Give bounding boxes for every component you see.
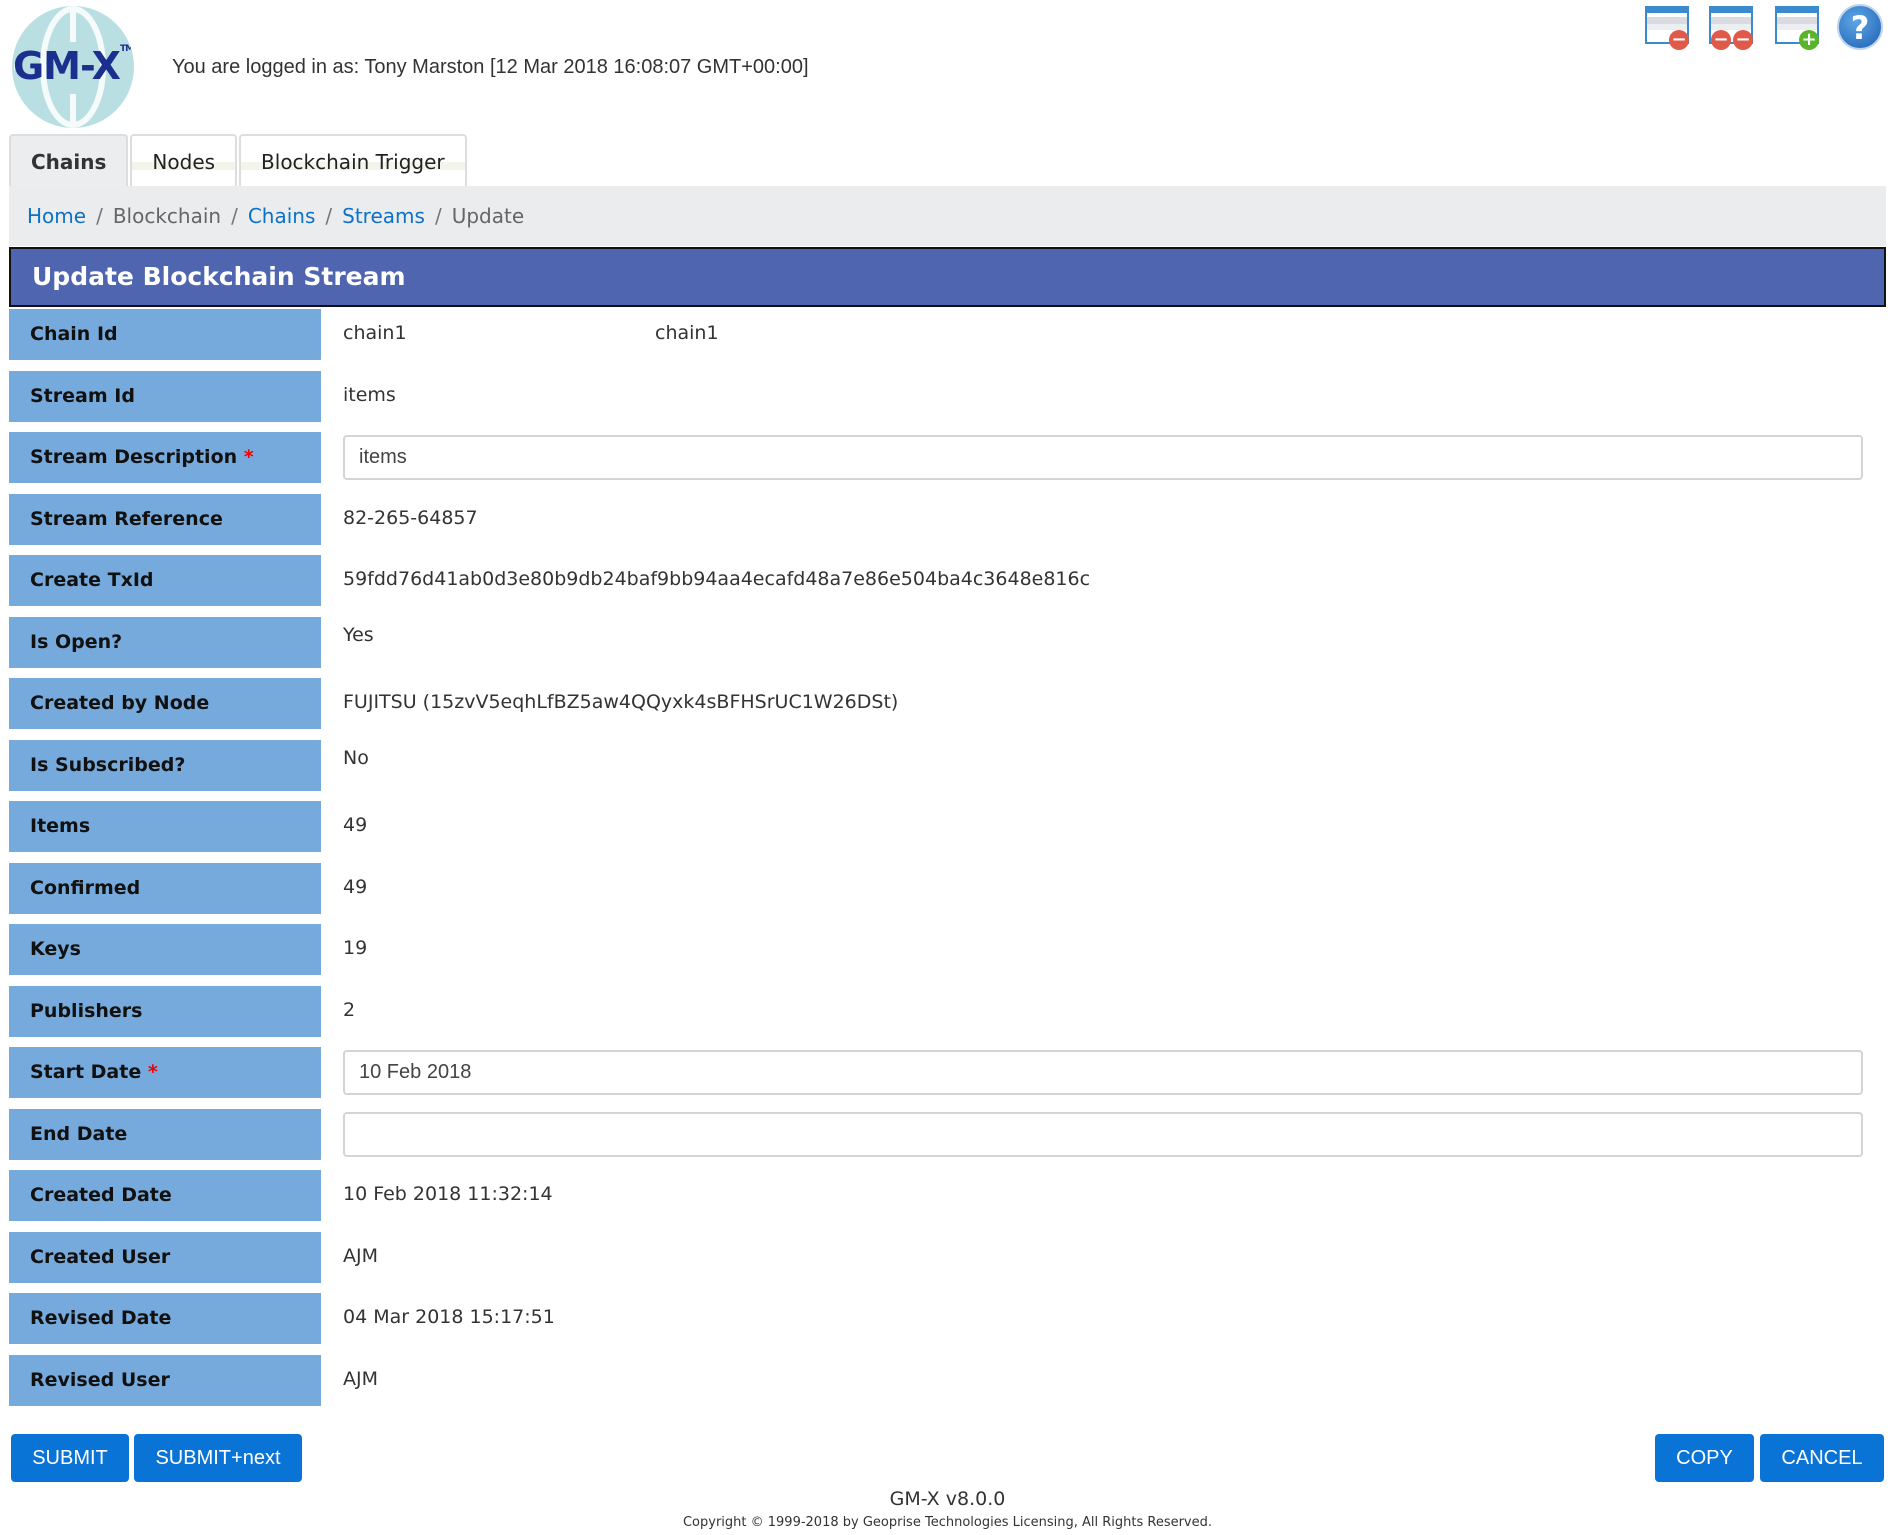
field-label: Stream Reference [9, 493, 321, 545]
items-value: 49 [343, 814, 368, 836]
breadcrumb-blockchain: Blockchain [112, 204, 222, 228]
field-label: Created by Node [9, 678, 321, 729]
field-label: Revised Date [9, 1293, 321, 1344]
logo-text: GM-X [12, 44, 121, 88]
field-created-date: Created Date 10 Feb 2018 11:32:14 [9, 1170, 1886, 1232]
chain-id-description: chain1 [655, 322, 719, 344]
field-label: Create TxId [9, 555, 321, 606]
field-chain-id: Chain Id chain1 chain1 [9, 309, 1886, 371]
end-date-input[interactable] [343, 1111, 1863, 1157]
field-created-user: Created User AJM [9, 1231, 1886, 1294]
field-label: Revised User [9, 1354, 321, 1406]
breadcrumb-separator: / [96, 204, 103, 228]
login-status: You are logged in as: Tony Marston [12 M… [172, 56, 809, 78]
tab-chains[interactable]: Chains [9, 134, 129, 188]
cancel-button[interactable]: CANCEL [1760, 1434, 1884, 1482]
form-rows: Chain Id chain1 chain1 Stream Id items S… [9, 309, 1886, 1416]
is-subscribed-value: No [343, 746, 369, 769]
field-create-txid: Create TxId 59fdd76d41ab0d3e80b9db24baf9… [9, 555, 1886, 617]
revised-date-value: 04 Mar 2018 15:17:51 [343, 1306, 555, 1328]
field-revised-date: Revised Date 04 Mar 2018 15:17:51 [9, 1293, 1886, 1355]
field-label: Chain Id [9, 309, 321, 360]
field-publishers: Publishers 2 [9, 985, 1886, 1048]
create-txid-value: 59fdd76d41ab0d3e80b9db24baf9bb94aa4ecafd… [343, 568, 1091, 590]
publishers-value: 2 [343, 998, 356, 1021]
field-label: Items [9, 801, 321, 852]
field-start-date: Start Date * 10 Feb 2018 [9, 1047, 1886, 1109]
field-end-date: End Date [9, 1108, 1886, 1171]
field-label: Keys [9, 924, 321, 975]
field-label: End Date [9, 1108, 321, 1160]
breadcrumb-chains[interactable]: Chains [248, 204, 316, 228]
tab-bar: Chains Nodes Blockchain Trigger [9, 134, 467, 188]
required-marker: * [147, 1061, 158, 1083]
field-created-by-node: Created by Node FUJITSU (15zvV5eqhLfBZ5a… [9, 678, 1886, 740]
close-window-icon[interactable]: − [1643, 4, 1693, 52]
copy-button[interactable]: COPY [1655, 1434, 1754, 1482]
field-label: Stream Id [9, 370, 321, 422]
created-user-value: AJM [343, 1244, 378, 1267]
field-label: Publishers [9, 985, 321, 1037]
chain-id-value: chain1 [343, 322, 407, 344]
submit-next-button[interactable]: SUBMIT+next [134, 1434, 302, 1482]
created-date-value: 10 Feb 2018 11:32:14 [343, 1183, 553, 1205]
field-stream-description: Stream Description * items [9, 432, 1886, 494]
breadcrumb-streams[interactable]: Streams [342, 204, 425, 228]
field-is-subscribed: Is Subscribed? No [9, 739, 1886, 802]
close-all-windows-icon[interactable]: − − [1707, 4, 1759, 52]
breadcrumb-home[interactable]: Home [27, 204, 86, 228]
page-title: Update Blockchain Stream [9, 247, 1886, 307]
field-label: Start Date * [9, 1047, 321, 1098]
tab-blockchain-trigger[interactable]: Blockchain Trigger [239, 134, 467, 186]
field-label: Created Date [9, 1170, 321, 1221]
tab-nodes[interactable]: Nodes [130, 134, 238, 186]
help-icon[interactable]: ? [1837, 4, 1883, 50]
field-label: Is Subscribed? [9, 739, 321, 791]
field-label: Created User [9, 1231, 321, 1283]
start-date-input[interactable]: 10 Feb 2018 [343, 1050, 1863, 1095]
footer-version: GM-X v8.0.0 [889, 1488, 1006, 1510]
field-revised-user: Revised User AJM [9, 1354, 1886, 1417]
field-is-open: Is Open? Yes [9, 616, 1886, 679]
window-toolbar: − − − + ? [1643, 4, 1883, 52]
new-window-icon[interactable]: + [1773, 4, 1823, 52]
stream-description-input[interactable]: items [343, 435, 1863, 480]
stream-id-value: items [343, 383, 396, 406]
field-confirmed: Confirmed 49 [9, 862, 1886, 925]
breadcrumb-separator: / [325, 204, 333, 228]
breadcrumb: Home / Blockchain / Chains / Streams / Update [9, 186, 1886, 246]
field-stream-id: Stream Id items [9, 370, 1886, 433]
is-open-value: Yes [343, 623, 374, 646]
required-marker: * [243, 446, 254, 468]
field-stream-reference: Stream Reference 82-265-64857 [9, 493, 1886, 556]
footer-copyright: Copyright © 1999-2018 by Geoprise Techno… [682, 1515, 1213, 1530]
logo-tm: TM [119, 44, 134, 54]
breadcrumb-update: Update [451, 204, 525, 228]
keys-value: 19 [343, 937, 368, 959]
confirmed-value: 49 [343, 875, 368, 898]
stream-reference-value: 82-265-64857 [343, 506, 478, 529]
revised-user-value: AJM [343, 1367, 378, 1390]
breadcrumb-separator: / [231, 204, 238, 228]
field-items: Items 49 [9, 801, 1886, 863]
field-keys: Keys 19 [9, 924, 1886, 986]
breadcrumb-separator: / [434, 204, 442, 228]
field-label: Is Open? [9, 616, 321, 668]
field-label: Stream Description * [9, 432, 321, 483]
submit-button[interactable]: SUBMIT [11, 1434, 129, 1482]
field-label: Confirmed [9, 862, 321, 914]
created-by-node-value: FUJITSU (15zvV5eqhLfBZ5aw4QQyxk4sBFHSrUC… [343, 691, 899, 713]
gmx-logo: GM-XTM [12, 6, 134, 128]
